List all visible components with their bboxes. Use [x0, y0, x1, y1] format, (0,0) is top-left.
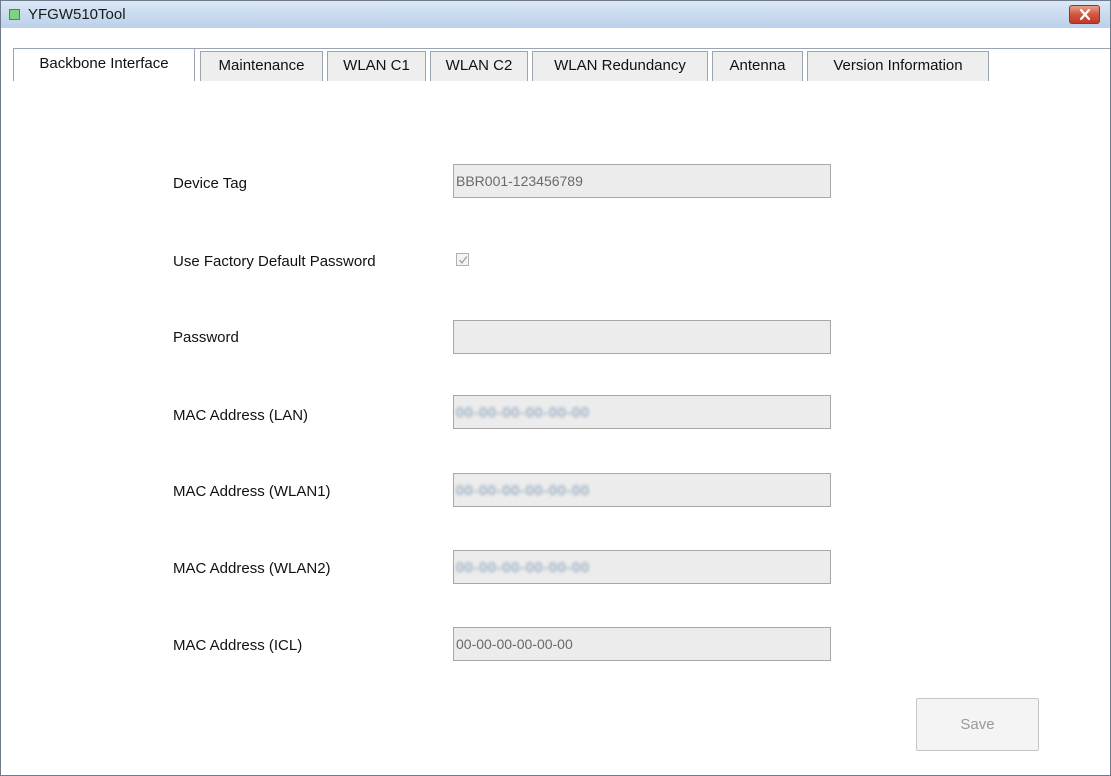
- tab-wlan-redundancy[interactable]: WLAN Redundancy: [532, 51, 708, 81]
- save-button-label: Save: [960, 716, 995, 733]
- tab-label: Backbone Interface: [39, 55, 169, 72]
- close-button[interactable]: [1069, 5, 1100, 24]
- mac-icl-label: MAC Address (ICL): [173, 637, 303, 654]
- tab-version-information[interactable]: Version Information: [807, 51, 989, 81]
- tab-label: WLAN C2: [445, 57, 513, 74]
- mac-wlan2-label: MAC Address (WLAN2): [173, 560, 331, 577]
- app-window: YFGW510Tool Backbone Interface Maintenan…: [0, 0, 1111, 776]
- app-icon: [9, 9, 20, 20]
- window-title: YFGW510Tool: [28, 6, 126, 23]
- mac-wlan1-value: 00-00-00-00-00-00: [456, 482, 590, 498]
- mac-icl-field[interactable]: 00-00-00-00-00-00: [453, 627, 831, 661]
- tab-backbone-interface[interactable]: Backbone Interface: [13, 48, 195, 81]
- save-button[interactable]: Save: [916, 698, 1039, 751]
- device-tag-field[interactable]: BBR001-123456789: [453, 164, 831, 198]
- close-icon: [1079, 9, 1091, 20]
- password-field[interactable]: [453, 320, 831, 354]
- checkmark-icon: [459, 256, 468, 264]
- use-factory-default-label: Use Factory Default Password: [173, 253, 376, 270]
- use-factory-default-checkbox[interactable]: [456, 253, 469, 266]
- tab-maintenance[interactable]: Maintenance: [200, 51, 323, 81]
- tab-label: Maintenance: [218, 57, 305, 74]
- device-tag-value: BBR001-123456789: [456, 173, 583, 189]
- mac-wlan2-value: 00-00-00-00-00-00: [456, 559, 590, 575]
- tab-label: WLAN Redundancy: [554, 57, 686, 74]
- tab-antenna[interactable]: Antenna: [712, 51, 803, 81]
- tab-wlan-c1[interactable]: WLAN C1: [327, 51, 426, 81]
- tab-label: Antenna: [729, 57, 786, 74]
- tab-label: Version Information: [833, 57, 963, 74]
- tab-label: WLAN C1: [343, 57, 410, 74]
- mac-wlan2-field[interactable]: 00-00-00-00-00-00: [453, 550, 831, 584]
- mac-lan-value: 00-00-00-00-00-00: [456, 404, 590, 420]
- mac-wlan1-field[interactable]: 00-00-00-00-00-00: [453, 473, 831, 507]
- mac-lan-field[interactable]: 00-00-00-00-00-00: [453, 395, 831, 429]
- mac-wlan1-label: MAC Address (WLAN1): [173, 483, 331, 500]
- title-bar[interactable]: YFGW510Tool: [1, 1, 1110, 28]
- password-label: Password: [173, 329, 239, 346]
- tab-wlan-c2[interactable]: WLAN C2: [430, 51, 528, 81]
- mac-icl-value: 00-00-00-00-00-00: [456, 636, 573, 652]
- mac-lan-label: MAC Address (LAN): [173, 407, 309, 424]
- device-tag-label: Device Tag: [173, 175, 247, 192]
